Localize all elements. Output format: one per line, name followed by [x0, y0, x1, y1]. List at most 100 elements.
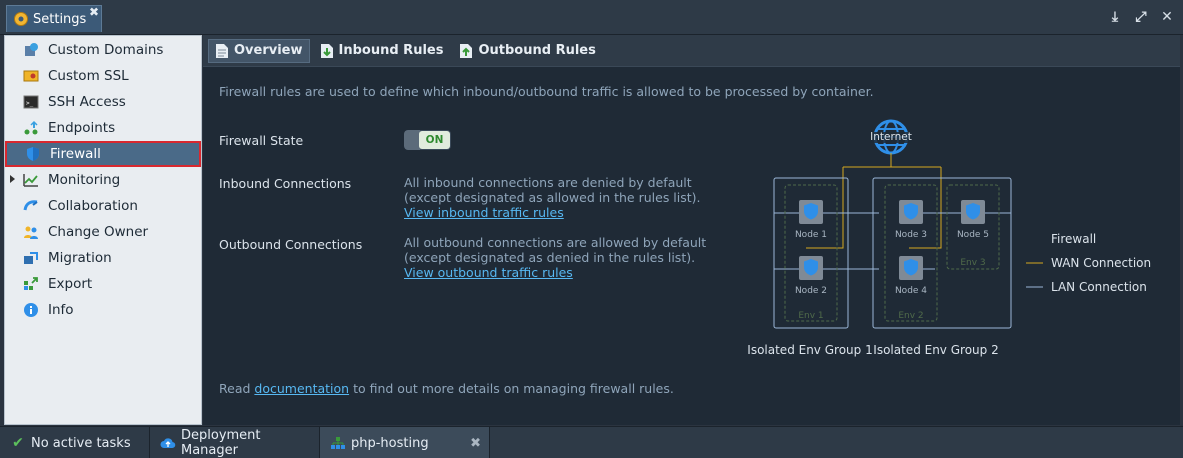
- sidebar-item-label: Endpoints: [48, 120, 116, 136]
- deployment-manager-tab[interactable]: Deployment Manager: [150, 427, 320, 458]
- documentation-note: Read documentation to find out more deta…: [219, 381, 674, 396]
- settings-tab-title: Settings: [33, 11, 87, 27]
- outbound-connections-text: All outbound connections are allowed by …: [404, 235, 706, 280]
- sidebar-item-label: Custom Domains: [48, 42, 164, 58]
- internet-label: Internet: [870, 131, 912, 143]
- firewall-state-toggle[interactable]: ON: [404, 130, 451, 150]
- users-icon: [22, 223, 40, 241]
- tab-outbound-label: Outbound Rules: [478, 43, 596, 58]
- deployment-manager-label: Deployment Manager: [181, 428, 261, 458]
- inbound-text-line2: (except designated as allowed in the rul…: [404, 190, 701, 205]
- tasks-status-label: No active tasks: [31, 435, 131, 451]
- firewall-subtabs: Overview Inbound Rules Outbound Rules: [203, 35, 1180, 67]
- node-4-label: Node 4: [895, 286, 927, 296]
- node-1: [799, 200, 823, 224]
- outbound-icon: [460, 43, 473, 58]
- cloud-upload-icon: [160, 435, 176, 451]
- domains-icon: [22, 41, 40, 59]
- tab-inbound-label: Inbound Rules: [338, 43, 444, 58]
- inbound-connections-text: All inbound connections are denied by de…: [404, 175, 701, 220]
- toggle-on-label: ON: [419, 131, 450, 149]
- firewall-state-label: Firewall State: [219, 133, 304, 148]
- view-outbound-rules-link[interactable]: View outbound traffic rules: [404, 265, 706, 280]
- tab-outbound-rules[interactable]: Outbound Rules: [453, 39, 601, 63]
- firewall-description: Firewall rules are used to define which …: [219, 84, 874, 99]
- title-bar: Settings ✖ ⤓ ⤢ ✕: [0, 0, 1183, 35]
- node-3-label: Node 3: [895, 230, 927, 240]
- node-2-label: Node 2: [795, 286, 827, 296]
- tab-overview[interactable]: Overview: [208, 38, 310, 63]
- sidebar-item-export[interactable]: Export: [5, 271, 201, 297]
- outbound-text-line1: All outbound connections are allowed by …: [404, 235, 707, 250]
- inbound-connections-label: Inbound Connections: [219, 176, 352, 191]
- toggle-knob: [404, 130, 420, 150]
- sidebar-item-label: Export: [48, 276, 93, 292]
- outbound-text-line2: (except designated as denied in the rule…: [404, 250, 696, 265]
- inbound-icon: [320, 43, 333, 58]
- node-1-label: Node 1: [795, 230, 827, 240]
- node-3: [899, 200, 923, 224]
- legend-wan-label: WAN Connection: [1051, 256, 1151, 270]
- sidebar-item-label: Firewall: [50, 146, 101, 162]
- tab-overview-label: Overview: [234, 43, 303, 58]
- env-3-box: [946, 184, 1000, 270]
- outbound-connections-label: Outbound Connections: [219, 237, 363, 252]
- gear-icon: [14, 12, 28, 26]
- shield-icon: [24, 145, 42, 163]
- sidebar-item-label: Custom SSL: [48, 68, 129, 84]
- documentation-link[interactable]: documentation: [254, 381, 349, 396]
- export-icon: [22, 275, 40, 293]
- php-hosting-tab[interactable]: php-hosting ✖: [320, 427, 490, 458]
- terminal-icon: >_: [22, 93, 40, 111]
- legend-lan-label: LAN Connection: [1051, 280, 1147, 294]
- env-1-label: Env 1: [798, 311, 823, 321]
- maximize-icon[interactable]: ⤢: [1133, 9, 1149, 25]
- tab-inbound-rules[interactable]: Inbound Rules: [314, 39, 450, 63]
- env-2-label: Env 2: [898, 311, 923, 321]
- node-2: [799, 256, 823, 280]
- sidebar-item-label: Migration: [48, 250, 112, 266]
- php-hosting-label: php-hosting: [351, 435, 429, 451]
- endpoints-icon: [22, 119, 40, 137]
- ssl-icon: [22, 67, 40, 85]
- environment-icon: [330, 435, 346, 451]
- sidebar-item-collaboration[interactable]: Collaboration: [5, 193, 201, 219]
- sidebar-item-monitoring[interactable]: Monitoring: [5, 167, 201, 193]
- sidebar-item-info[interactable]: Info: [5, 297, 201, 323]
- sidebar-item-firewall[interactable]: Firewall: [5, 141, 201, 167]
- view-inbound-rules-link[interactable]: View inbound traffic rules: [404, 205, 701, 220]
- expand-arrow-icon[interactable]: [10, 175, 15, 183]
- sidebar-item-migration[interactable]: Migration: [5, 245, 201, 271]
- tasks-status[interactable]: ✔ No active tasks: [0, 427, 150, 458]
- doc-read-text: Read: [219, 381, 251, 396]
- sidebar-item-ssh-access[interactable]: >_ SSH Access: [5, 89, 201, 115]
- collaboration-icon: [22, 197, 40, 215]
- firewall-panel: Overview Inbound Rules Outbound Rules Fi…: [203, 35, 1180, 425]
- sidebar-item-label: SSH Access: [48, 94, 126, 110]
- sidebar-item-endpoints[interactable]: Endpoints: [5, 115, 201, 141]
- close-tab-icon[interactable]: ✖: [470, 436, 481, 451]
- node-5: [961, 200, 985, 224]
- isolated-group-2-box: [872, 177, 1012, 329]
- migration-icon: [22, 249, 40, 267]
- settings-tab[interactable]: Settings ✖: [6, 5, 102, 32]
- document-icon: [216, 43, 228, 58]
- inbound-text-line1: All inbound connections are denied by de…: [404, 175, 692, 190]
- close-tab-icon[interactable]: ✖: [89, 5, 99, 19]
- sidebar-item-label: Collaboration: [48, 198, 138, 214]
- download-icon[interactable]: ⤓: [1107, 9, 1123, 25]
- close-icon[interactable]: ✕: [1159, 9, 1175, 25]
- info-icon: [22, 301, 40, 319]
- checkmark-icon: ✔: [12, 435, 24, 451]
- sidebar-item-custom-domains[interactable]: Custom Domains: [5, 37, 201, 63]
- node-5-label: Node 5: [957, 230, 989, 240]
- monitoring-icon: [22, 171, 40, 189]
- group-2-label: Isolated Env Group 2: [873, 343, 998, 357]
- sidebar-item-label: Change Owner: [48, 224, 149, 240]
- sidebar-item-change-owner[interactable]: Change Owner: [5, 219, 201, 245]
- svg-text:>_: >_: [26, 100, 34, 107]
- bottom-task-bar: ✔ No active tasks Deployment Manager php…: [0, 426, 1183, 458]
- node-4: [899, 256, 923, 280]
- sidebar-item-custom-ssl[interactable]: Custom SSL: [5, 63, 201, 89]
- firewall-diagram: Internet Node 1 Node 2 Node 3 Node 4 Nod…: [747, 119, 1151, 357]
